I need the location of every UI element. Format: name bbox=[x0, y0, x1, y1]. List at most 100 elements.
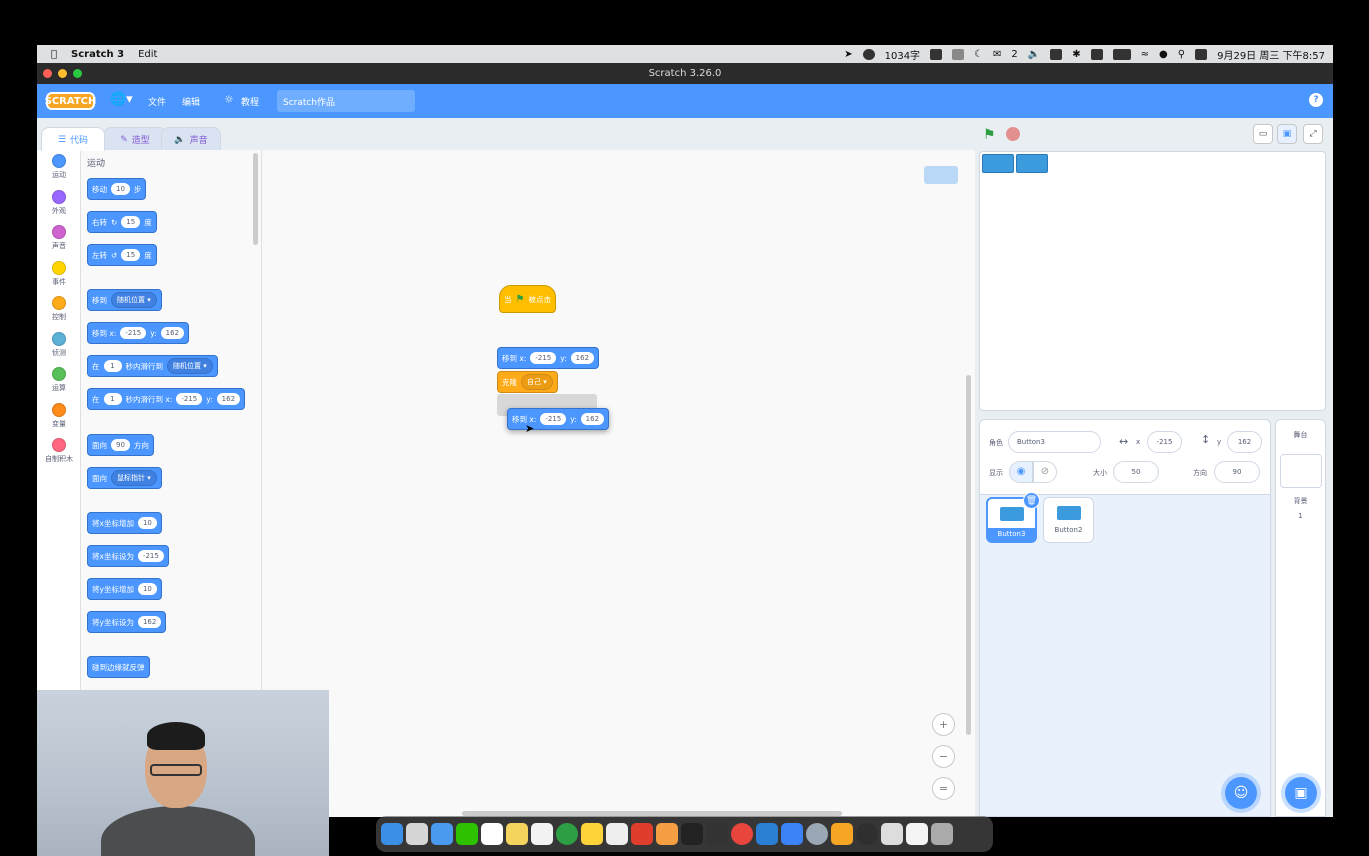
block-input[interactable]: 162 bbox=[137, 616, 162, 628]
maximize-window-button[interactable] bbox=[73, 69, 82, 78]
block-dropdown[interactable]: 随机位置 ▾ bbox=[167, 358, 213, 374]
vscode-icon[interactable] bbox=[756, 823, 778, 845]
green-app-icon[interactable] bbox=[556, 823, 578, 845]
word-count[interactable]: 1034字 bbox=[885, 47, 920, 62]
apple-menu-icon[interactable]:  bbox=[51, 49, 57, 60]
block-input[interactable]: -215 bbox=[137, 550, 164, 562]
launchpad-icon[interactable] bbox=[406, 823, 428, 845]
file-menu[interactable]: 文件 bbox=[148, 95, 166, 108]
normal-stage-icon[interactable]: ▣ bbox=[1277, 124, 1297, 144]
block-input[interactable]: 162 bbox=[570, 352, 595, 364]
block-dropdown[interactable]: 随机位置 ▾ bbox=[111, 292, 157, 308]
quicktime-icon[interactable] bbox=[806, 823, 828, 845]
lightbulb-icon[interactable]: ☼ bbox=[224, 93, 234, 106]
fullscreen-icon[interactable]: ⤢ bbox=[1303, 124, 1323, 144]
wps-icon[interactable] bbox=[930, 48, 943, 60]
wechat-icon[interactable]: ✉ bbox=[993, 49, 1001, 60]
safari-icon[interactable] bbox=[856, 823, 878, 845]
block-input[interactable]: 162 bbox=[216, 393, 241, 405]
chrome-icon[interactable] bbox=[731, 823, 753, 845]
script-create-clone[interactable]: 克隆 自己 ▾ bbox=[497, 371, 558, 393]
terminal-icon[interactable] bbox=[681, 823, 703, 845]
category-variables[interactable]: 变量 bbox=[37, 403, 81, 429]
help-icon[interactable]: ? bbox=[1309, 93, 1323, 107]
tab-code[interactable]: ☰ 代码 bbox=[41, 127, 105, 151]
moon-icon[interactable]: ☾ bbox=[974, 49, 983, 60]
block-input[interactable]: 1 bbox=[103, 393, 122, 405]
block-turn-right[interactable]: 右转 ↻ 15 度 bbox=[87, 211, 157, 233]
block-point-direction[interactable]: 面向 90 方向 bbox=[87, 434, 154, 456]
block-input[interactable]: 15 bbox=[121, 216, 141, 228]
photos-icon[interactable] bbox=[656, 823, 678, 845]
tab-costumes[interactable]: ✎ 造型 bbox=[103, 127, 167, 151]
close-window-button[interactable] bbox=[43, 69, 52, 78]
block-point-towards[interactable]: 面向 鼠标指针 ▾ bbox=[87, 467, 162, 489]
size-field[interactable]: 50 bbox=[1113, 461, 1159, 483]
tab-sounds[interactable]: 🔈 声音 bbox=[161, 127, 221, 151]
block-input[interactable]: 1 bbox=[103, 360, 122, 372]
calendar-icon[interactable] bbox=[481, 823, 503, 845]
delete-sprite-trash-icon[interactable]: 🗑 bbox=[1023, 492, 1040, 509]
zoom-out-button[interactable]: − bbox=[932, 745, 955, 768]
palette-scrollbar[interactable] bbox=[253, 153, 258, 245]
code-workspace[interactable] bbox=[262, 150, 975, 817]
zoom-reset-button[interactable]: = bbox=[932, 777, 955, 800]
bluetooth-icon[interactable]: ✱ bbox=[1072, 49, 1080, 60]
stage-sprite-button3[interactable] bbox=[982, 154, 1014, 173]
block-set-y[interactable]: 将y坐标设为 162 bbox=[87, 611, 167, 633]
block-turn-left[interactable]: 左转 ↺ 15 度 bbox=[87, 244, 157, 266]
category-sound[interactable]: 声音 bbox=[37, 225, 81, 251]
project-title-input[interactable]: Scratch作品 bbox=[277, 90, 415, 112]
sync-icon[interactable] bbox=[862, 48, 875, 60]
edit-menu[interactable]: Edit bbox=[138, 49, 157, 60]
keyboard-icon[interactable] bbox=[1050, 48, 1063, 60]
preview-icon[interactable] bbox=[881, 823, 903, 845]
edit-menu-scratch[interactable]: 编辑 bbox=[182, 95, 200, 108]
block-input[interactable]: 15 bbox=[121, 249, 141, 261]
category-control[interactable]: 控制 bbox=[37, 296, 81, 322]
direction-field[interactable]: 90 bbox=[1214, 461, 1260, 483]
block-goto[interactable]: 移到 随机位置 ▾ bbox=[87, 289, 162, 311]
block-change-x[interactable]: 将x坐标增加 10 bbox=[87, 512, 162, 534]
yellow-app-icon[interactable] bbox=[581, 823, 603, 845]
wps-dock-icon[interactable] bbox=[631, 823, 653, 845]
x-position-field[interactable]: -215 bbox=[1147, 431, 1182, 453]
notes-icon[interactable] bbox=[506, 823, 528, 845]
writer-app-icon[interactable] bbox=[606, 823, 628, 845]
feishu-icon[interactable] bbox=[781, 823, 803, 845]
block-dropdown[interactable]: 自己 ▾ bbox=[521, 374, 553, 390]
sprite-card-button2[interactable]: Button2 bbox=[1043, 497, 1094, 543]
category-sensing[interactable]: 侦测 bbox=[37, 332, 81, 358]
category-my-blocks[interactable]: 自制积木 bbox=[37, 438, 81, 464]
finder-icon[interactable] bbox=[381, 823, 403, 845]
script-when-flag-clicked[interactable]: 当 ⚑ 被点击 bbox=[499, 285, 556, 313]
reminders-icon[interactable] bbox=[531, 823, 553, 845]
stop-button[interactable] bbox=[1006, 127, 1020, 141]
category-operators[interactable]: 运算 bbox=[37, 367, 81, 393]
green-flag-button[interactable]: ⚑ bbox=[983, 127, 996, 143]
monitor-icon[interactable] bbox=[706, 823, 728, 845]
stage-canvas[interactable] bbox=[979, 151, 1326, 411]
block-glide-xy[interactable]: 在 1 秒内滑行到 x: -215 y: 162 bbox=[87, 388, 246, 410]
battery-icon[interactable] bbox=[1112, 48, 1131, 60]
block-change-y[interactable]: 将y坐标增加 10 bbox=[87, 578, 162, 600]
small-stage-icon[interactable]: ▭ bbox=[1253, 124, 1273, 144]
block-input[interactable]: -215 bbox=[120, 327, 147, 339]
app-menu[interactable]: Scratch 3 bbox=[71, 49, 124, 60]
wifi-icon[interactable]: ≈ bbox=[1141, 49, 1149, 60]
tutorials-menu[interactable]: 教程 bbox=[241, 95, 259, 108]
show-sprite-eye-icon[interactable]: ◉ bbox=[1009, 461, 1033, 483]
stage-thumbnail[interactable] bbox=[1280, 454, 1322, 488]
wechat-dock-icon[interactable] bbox=[456, 823, 478, 845]
block-glide[interactable]: 在 1 秒内滑行到 随机位置 ▾ bbox=[87, 355, 218, 377]
stage-selector-panel[interactable]: 舞台 背景 1 bbox=[1275, 419, 1326, 817]
document-icon[interactable] bbox=[906, 823, 928, 845]
cloud-icon[interactable] bbox=[952, 48, 965, 60]
block-input[interactable]: 10 bbox=[137, 583, 157, 595]
user-icon[interactable]: ● bbox=[1159, 49, 1168, 60]
category-events[interactable]: 事件 bbox=[37, 261, 81, 287]
control-center-icon[interactable] bbox=[1195, 48, 1208, 60]
block-set-x[interactable]: 将x坐标设为 -215 bbox=[87, 545, 169, 567]
language-globe-icon[interactable]: 🌐▾ bbox=[110, 92, 133, 107]
block-bounce[interactable]: 碰到边缘就反弹 bbox=[87, 656, 150, 678]
